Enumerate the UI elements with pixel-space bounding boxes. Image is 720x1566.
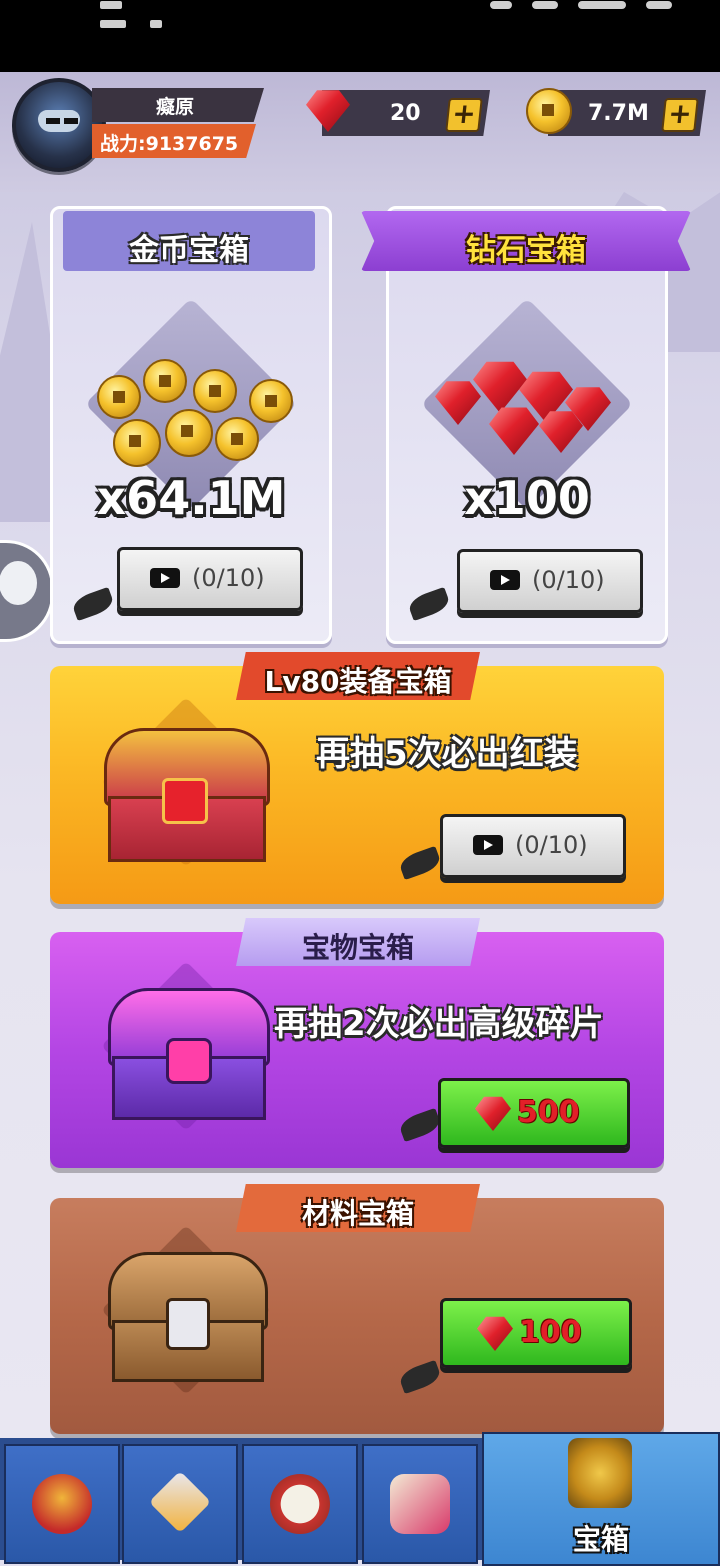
- brush-swirl: [397, 1107, 443, 1143]
- gem-icon: [475, 1096, 511, 1131]
- add-gems-button[interactable]: +: [445, 97, 483, 132]
- status-bar: [0, 0, 720, 72]
- equipment-video-count: (0/10): [515, 831, 588, 859]
- diamond-quantity: x100: [464, 471, 590, 525]
- player-name: 癡原: [155, 96, 194, 118]
- nav-tab-hero[interactable]: [4, 1444, 120, 1564]
- bottom-nav: 宝箱: [0, 1432, 720, 1566]
- gem-icon: [477, 1316, 513, 1351]
- treasure-buy-button[interactable]: 500: [438, 1078, 630, 1148]
- video-icon: [150, 568, 180, 588]
- equipment-chest-card[interactable]: Lv80装备宝箱 再抽5次必出红装 (0/10): [50, 652, 664, 904]
- diamond-chest-card[interactable]: 钻石宝箱 x100 (0/10): [361, 206, 691, 644]
- chest-tab-icon: [568, 1438, 632, 1508]
- gold-card-title: 金币宝箱: [129, 233, 249, 268]
- gold-video-button[interactable]: (0/10): [117, 547, 303, 611]
- diamond-video-button[interactable]: (0/10): [457, 549, 643, 613]
- diamond-card-title-box: 钻石宝箱: [361, 211, 691, 271]
- nav-tab-battle[interactable]: [242, 1444, 358, 1564]
- add-coins-button[interactable]: +: [661, 97, 699, 132]
- material-banner-text: 材料宝箱: [301, 1197, 414, 1230]
- hero-icon: [32, 1474, 92, 1534]
- gold-card-title-box: 金币宝箱: [63, 211, 315, 271]
- treasure-banner-text: 宝物宝箱: [301, 931, 414, 964]
- coin-icon: [526, 88, 572, 134]
- gold-chest-card[interactable]: 金币宝箱 x64.1M (0/10): [50, 206, 332, 644]
- gem-count: 20: [390, 101, 421, 126]
- brush-swirl: [397, 1359, 443, 1395]
- brush-swirl: [397, 845, 443, 881]
- status-right-icons: [470, 0, 690, 9]
- material-price: 100: [519, 1315, 582, 1350]
- video-icon: [473, 835, 503, 855]
- player-power: 战力:9137675: [100, 133, 239, 155]
- nav-chest-label: 宝箱: [572, 1523, 629, 1556]
- player-avatar[interactable]: [12, 78, 106, 172]
- material-chest-card[interactable]: 材料宝箱 100: [50, 1184, 664, 1434]
- scroll-icon: [390, 1474, 450, 1534]
- equipment-banner: Lv80装备宝箱: [236, 652, 480, 700]
- equipment-video-button[interactable]: (0/10): [440, 814, 626, 878]
- brush-swirl: [70, 586, 116, 622]
- gold-quantity: x64.1M: [96, 471, 286, 525]
- treasure-banner: 宝物宝箱: [236, 918, 480, 966]
- material-buy-button[interactable]: 100: [440, 1298, 632, 1368]
- diamond-card-title: 钻石宝箱: [466, 233, 586, 268]
- pet-icon: [0, 561, 37, 605]
- nav-tab-equipment[interactable]: [122, 1444, 238, 1564]
- sword-icon: [148, 1470, 212, 1534]
- video-icon: [490, 570, 520, 590]
- treasure-chest-card[interactable]: 宝物宝箱 再抽2次必出高级碎片 500: [50, 918, 664, 1168]
- nav-tab-scroll[interactable]: [362, 1444, 478, 1564]
- treasure-promo: 再抽2次必出高级碎片: [274, 1004, 604, 1044]
- treasure-price: 500: [517, 1095, 580, 1130]
- nav-tab-chest[interactable]: 宝箱: [482, 1432, 720, 1566]
- brush-swirl: [406, 586, 452, 622]
- coin-count: 7.7M: [588, 101, 649, 126]
- drum-icon: [270, 1474, 330, 1534]
- equipment-promo: 再抽5次必出红装: [316, 734, 578, 774]
- equipment-banner-text: Lv80装备宝箱: [264, 665, 452, 698]
- material-banner: 材料宝箱: [236, 1184, 480, 1232]
- gold-video-count: (0/10): [192, 564, 265, 592]
- status-left-icons: [100, 0, 190, 28]
- diamond-video-count: (0/10): [532, 566, 605, 594]
